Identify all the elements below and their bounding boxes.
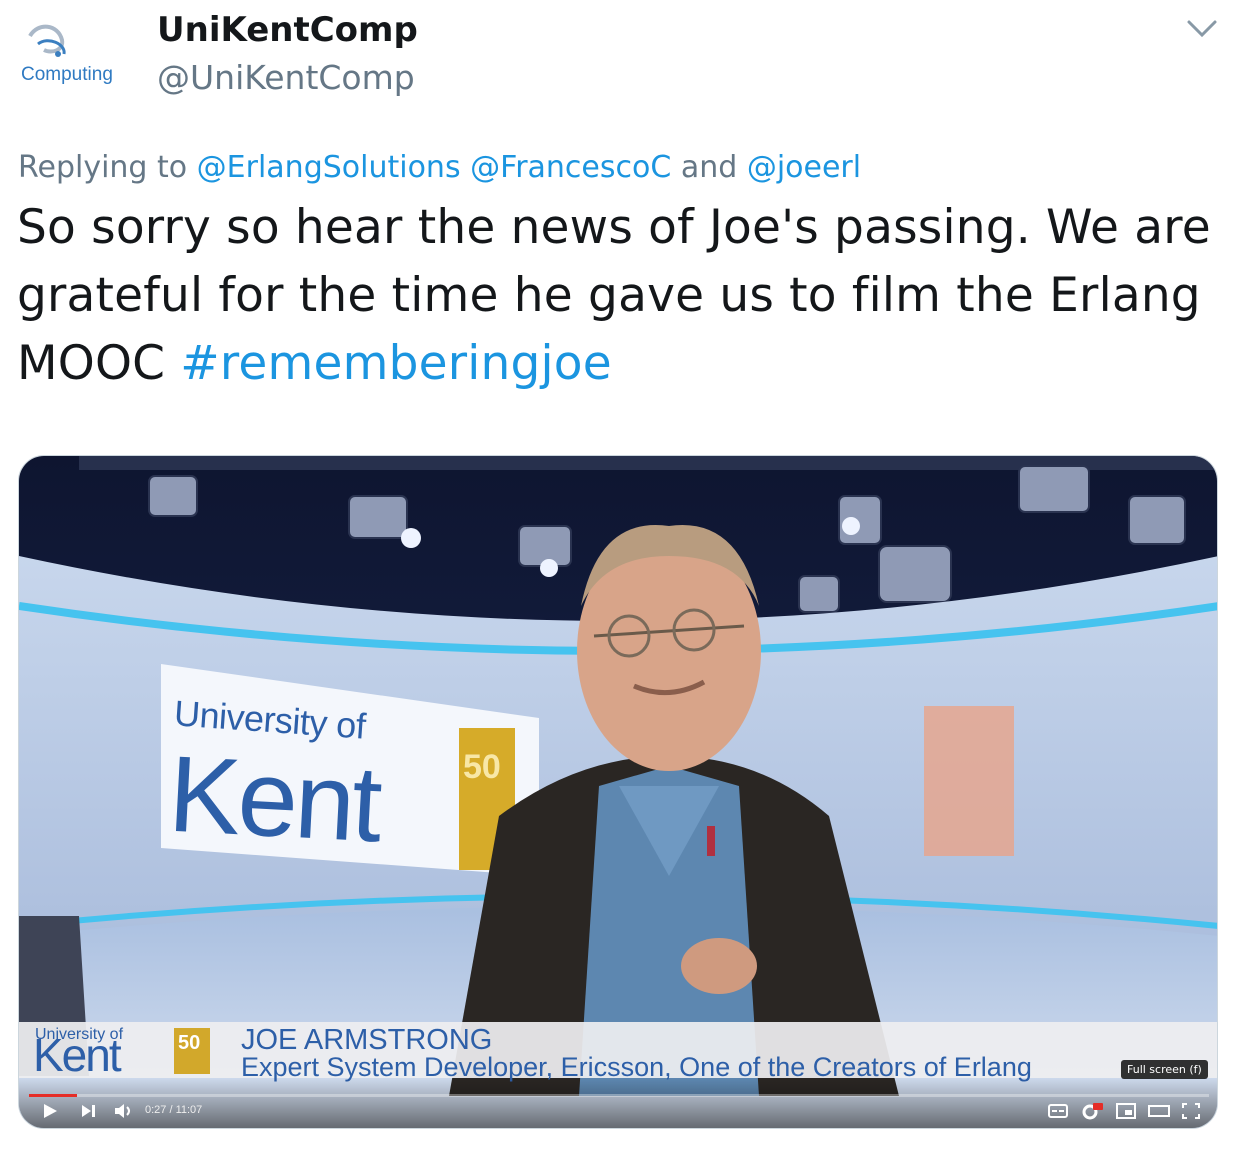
avatar[interactable]: Computing [18,14,130,94]
user-handle[interactable]: @UniKentComp [157,58,415,97]
hashtag-link[interactable]: #rememberingjoe [180,336,612,391]
chevron-down-icon[interactable] [1184,14,1220,42]
progress-fill [29,1094,77,1097]
progress-bar[interactable] [29,1094,1209,1097]
mention-francescoc[interactable]: @FrancescoC [470,150,671,185]
miniplayer-icon[interactable] [1115,1102,1137,1120]
studio-sign-kent: Kent [165,732,383,865]
studio-sign-fifty: 50 [463,748,501,786]
tweet-text: So sorry so hear the news of Joe's passi… [17,194,1217,398]
next-icon[interactable] [79,1102,97,1120]
fifty-badge: 50 [174,1028,210,1074]
fullscreen-icon[interactable] [1181,1102,1201,1120]
reply-joiner: and [671,150,747,185]
lower-third-kent: Kent [33,1029,122,1081]
theater-icon[interactable] [1147,1102,1171,1120]
display-name[interactable]: UniKentComp [157,10,418,50]
mention-joeerl[interactable]: @joeerl [747,150,861,185]
subtitles-icon[interactable] [1047,1102,1069,1120]
svg-text:Computing: Computing [21,64,113,85]
video-controls: 0:27 / 11:07 [19,1078,1217,1128]
mention-erlangsolutions[interactable]: @ErlangSolutions [197,150,461,185]
lower-third-caption: University of Kent 50 JOE ARMSTRONG Expe… [19,1022,1217,1082]
video-player[interactable]: University of Kent 50 University of Kent… [18,455,1218,1129]
volume-icon[interactable] [113,1102,135,1120]
settings-icon[interactable] [1079,1102,1103,1120]
reply-prefix: Replying to [18,150,197,185]
play-icon[interactable] [41,1102,59,1120]
fullscreen-tooltip: Full screen (f) [1121,1060,1208,1079]
replying-to: Replying to @ErlangSolutions @FrancescoC… [18,150,861,185]
fifty-badge-number: 50 [178,1032,201,1054]
time-readout: 0:27 / 11:07 [145,1104,203,1116]
computing-logo-icon: Computing [21,24,113,85]
